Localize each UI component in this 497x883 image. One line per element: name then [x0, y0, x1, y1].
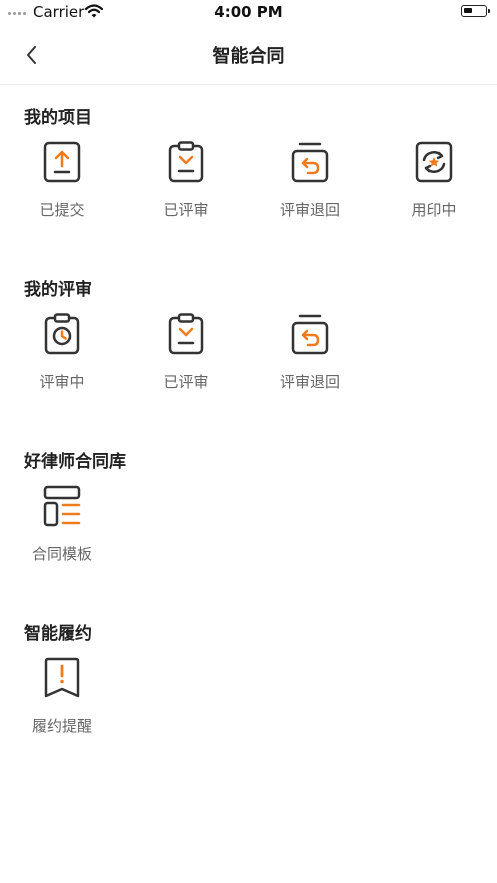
icon-grid: 履约提醒	[0, 657, 497, 737]
menu-item-label: 已提交	[39, 201, 85, 219]
battery-icon	[461, 5, 490, 17]
status-bar: Carrier 4:00 PM	[0, 0, 497, 26]
menu-item-submitted[interactable]: 已提交	[0, 141, 124, 221]
section-title: 我的项目	[24, 108, 92, 128]
menu-item-label: 已评审	[163, 201, 209, 219]
menu-item-label: 评审中	[39, 373, 85, 391]
menu-item-label: 评审退回	[279, 373, 340, 391]
menu-item-stamping[interactable]: 用印中	[372, 141, 496, 221]
template-layout-icon	[43, 485, 81, 527]
section-title: 智能履约	[24, 624, 92, 644]
menu-item-reviewed[interactable]: 已评审	[124, 313, 248, 393]
icon-grid: 评审中 已评审 评审退回	[0, 313, 497, 393]
upload-doc-icon	[43, 141, 81, 183]
returned-tray-icon	[291, 142, 329, 183]
menu-item-reviewing[interactable]: 评审中	[0, 313, 124, 393]
icon-grid: 已提交 已评审 评审退回 用印中	[0, 141, 497, 221]
menu-item-label: 用印中	[411, 201, 457, 219]
menu-item-reviewed[interactable]: 已评审	[124, 141, 248, 221]
menu-item-returned[interactable]: 评审退回	[248, 141, 372, 221]
icon-grid: 合同模板	[0, 485, 497, 565]
clipboard-clock-icon	[44, 313, 80, 355]
clipboard-check-icon	[168, 313, 204, 355]
menu-item-label: 评审退回	[279, 201, 340, 219]
menu-item-label: 已评审	[163, 373, 209, 391]
stamp-refresh-icon	[415, 141, 453, 183]
clipboard-check-icon	[168, 141, 204, 183]
menu-item-label: 履约提醒	[31, 717, 92, 735]
nav-bar: 智能合同	[0, 26, 497, 85]
section-title: 我的评审	[24, 280, 92, 300]
page-title: 智能合同	[212, 46, 285, 67]
returned-tray-icon	[291, 314, 329, 355]
menu-item-returned[interactable]: 评审退回	[248, 313, 372, 393]
menu-item-contract-templates[interactable]: 合同模板	[0, 485, 124, 565]
clock: 4:00 PM	[214, 3, 283, 21]
menu-item-performance-reminder[interactable]: 履约提醒	[0, 657, 124, 737]
alert-bookmark-icon	[44, 657, 80, 698]
menu-item-label: 合同模板	[31, 545, 92, 563]
section-title: 好律师合同库	[24, 452, 126, 472]
